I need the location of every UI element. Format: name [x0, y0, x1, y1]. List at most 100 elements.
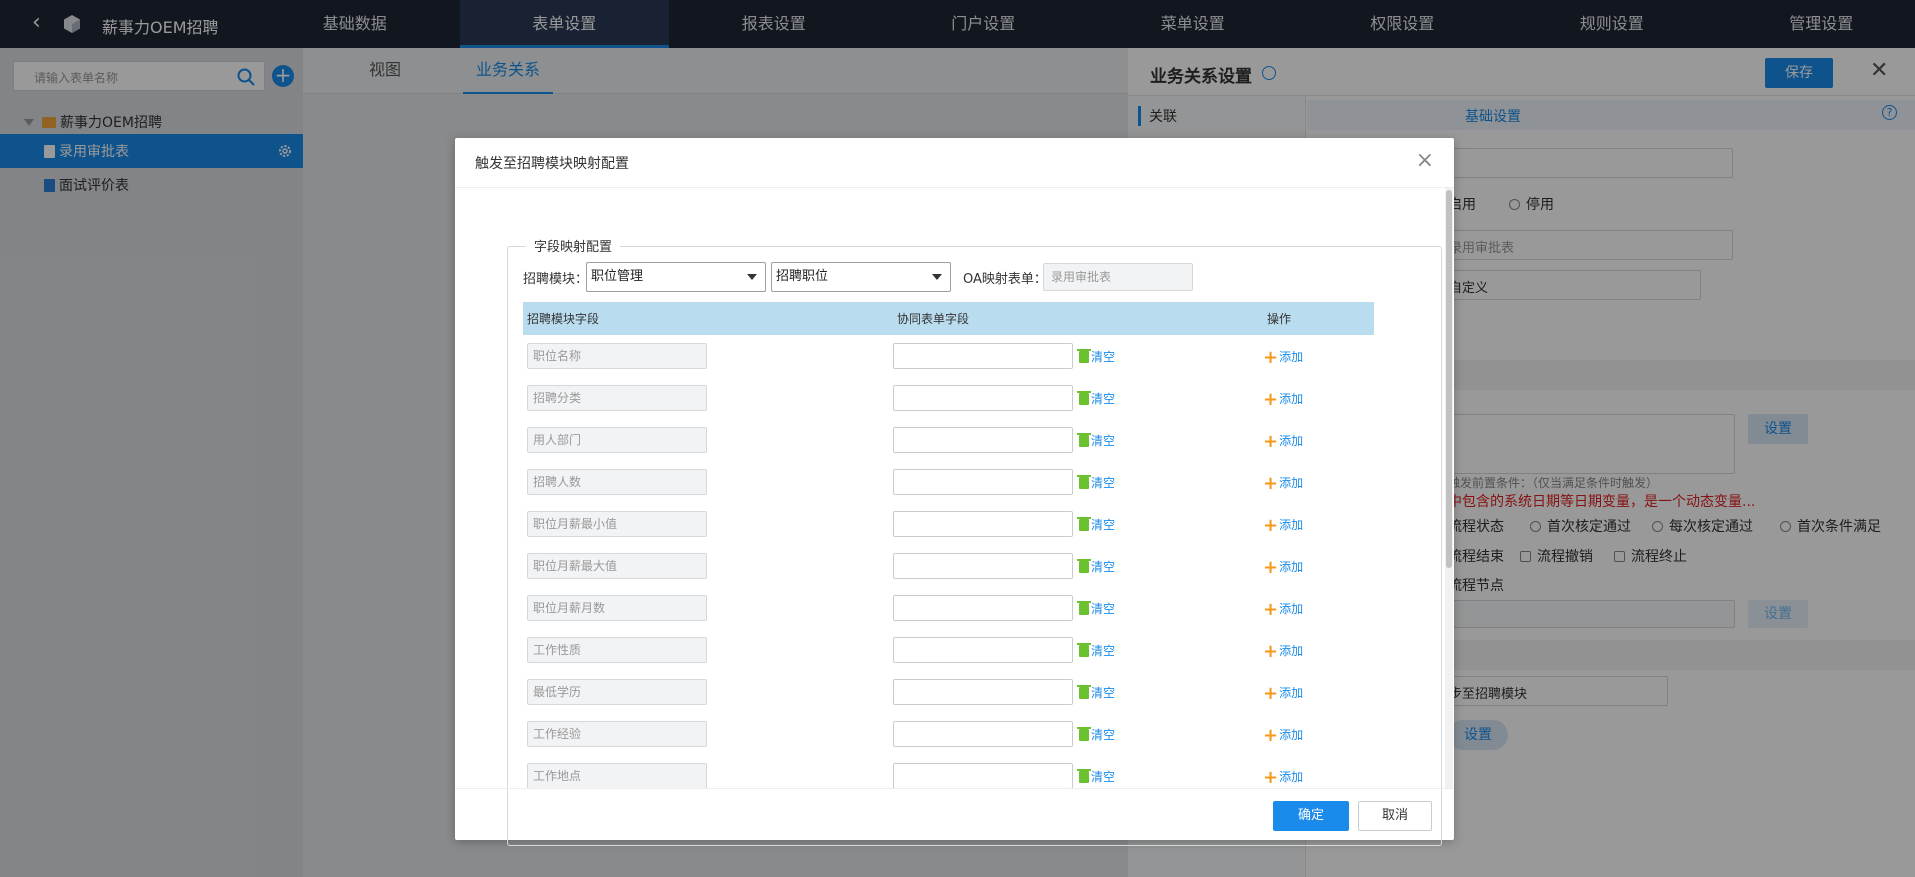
recruit-field-cell: 职位月薪月数	[523, 587, 893, 629]
recruit-module-value: 职位管理	[591, 269, 644, 284]
add-link[interactable]: +添加	[1263, 430, 1303, 452]
recruit-field-input: 工作地点	[527, 763, 707, 789]
add-link[interactable]: +添加	[1263, 556, 1304, 578]
clear-label: 清空	[1091, 685, 1116, 700]
add-link[interactable]: +添加	[1263, 348, 1303, 366]
recruit-field-cell: 职位月薪最大值	[523, 545, 893, 587]
trash-icon	[1077, 684, 1091, 699]
clear-label: 清空	[1091, 601, 1116, 616]
clear-link[interactable]: 清空	[1077, 390, 1116, 407]
clear-link[interactable]: 清空	[1077, 474, 1116, 491]
recruit-field-cell: 职位月薪最小值	[523, 503, 893, 545]
form-field-input[interactable]	[893, 637, 1073, 663]
trash-icon	[1077, 642, 1091, 657]
recruit-module-select[interactable]: 职位管理	[586, 262, 766, 292]
table-row: 职位月薪最大值 清空 +添加	[523, 545, 1374, 587]
col-recruit-field: 招聘模块字段	[523, 302, 893, 335]
trash-icon	[1077, 390, 1091, 405]
form-field-cell: 清空	[893, 419, 1263, 461]
modal-close-icon[interactable]: ×	[1416, 148, 1434, 173]
oa-form-input: 录用审批表	[1043, 263, 1193, 291]
clear-link[interactable]: 清空	[1077, 642, 1115, 659]
form-field-input[interactable]	[893, 553, 1073, 579]
recruit-field-input: 工作性质	[527, 637, 707, 663]
recruit-field-cell: 招聘人数	[523, 461, 893, 503]
recruit-field-input: 工作经验	[527, 721, 707, 747]
add-link[interactable]: +添加	[1263, 514, 1303, 536]
clear-label: 清空	[1091, 433, 1116, 448]
col-actions: 操作	[1263, 302, 1374, 335]
recruit-field-cell: 用人部门	[523, 419, 893, 461]
recruit-field-cell: 招聘分类	[523, 377, 893, 419]
clear-label: 清空	[1091, 769, 1116, 784]
add-link[interactable]: +添加	[1263, 598, 1303, 620]
action-cell: +添加	[1263, 713, 1374, 755]
confirm-button[interactable]: 确定	[1273, 801, 1349, 831]
add-label: 添加	[1279, 391, 1304, 406]
form-field-cell: 清空	[893, 713, 1263, 755]
add-link[interactable]: +添加	[1263, 726, 1303, 744]
form-field-input[interactable]	[893, 343, 1073, 369]
action-cell: +添加	[1263, 503, 1374, 545]
modal-title: 触发至招聘模块映射配置	[475, 156, 629, 172]
form-field-input[interactable]	[893, 679, 1073, 705]
plus-icon: +	[1263, 514, 1279, 536]
clear-label: 清空	[1091, 475, 1116, 490]
plus-icon: +	[1263, 472, 1279, 494]
recruit-field-input: 招聘分类	[527, 385, 707, 411]
clear-link[interactable]: 清空	[1077, 558, 1116, 575]
clear-link[interactable]: 清空	[1077, 684, 1116, 701]
modal-scroll-thumb[interactable]	[1446, 190, 1452, 568]
clear-label: 清空	[1091, 391, 1116, 406]
clear-label: 清空	[1091, 559, 1116, 574]
clear-link[interactable]: 清空	[1077, 516, 1116, 533]
form-field-cell: 清空	[893, 671, 1263, 713]
form-field-cell: 清空	[893, 377, 1263, 419]
clear-label: 清空	[1091, 517, 1116, 532]
add-link[interactable]: +添加	[1263, 640, 1303, 662]
table-row: 职位月薪最小值 清空 +添加	[523, 503, 1374, 545]
clear-link[interactable]: 清空	[1077, 768, 1116, 785]
clear-link[interactable]: 清空	[1077, 432, 1116, 449]
form-field-input[interactable]	[893, 595, 1073, 621]
add-link[interactable]: +添加	[1263, 388, 1304, 410]
add-link[interactable]: +添加	[1263, 768, 1303, 786]
action-cell: +添加	[1263, 629, 1374, 671]
oa-form-label: OA映射表单：	[963, 272, 1047, 287]
recruit-sub-select[interactable]: 招聘职位	[771, 262, 951, 292]
recruit-field-cell: 职位名称	[523, 335, 893, 377]
recruit-field-input: 职位名称	[527, 343, 707, 369]
oa-form-placeholder: 录用审批表	[1051, 270, 1112, 284]
table-row: 用人部门 清空 +添加	[523, 419, 1374, 461]
clear-link[interactable]: 清空	[1077, 726, 1115, 743]
form-field-cell: 清空	[893, 461, 1263, 503]
form-field-input[interactable]	[893, 511, 1073, 537]
cancel-button[interactable]: 取消	[1358, 801, 1432, 831]
table-header-row: 招聘模块字段 协同表单字段 操作	[523, 302, 1374, 335]
form-field-cell: 清空	[893, 335, 1263, 377]
add-link[interactable]: +添加	[1263, 684, 1303, 702]
clear-link[interactable]: 清空	[1077, 600, 1116, 617]
add-label: 添加	[1279, 559, 1304, 574]
recruit-field-cell: 最低学历	[523, 671, 893, 713]
add-link[interactable]: +添加	[1263, 472, 1303, 494]
form-field-input[interactable]	[893, 763, 1073, 789]
fieldset-legend: 字段映射配置	[526, 236, 621, 255]
table-row: 职位月薪月数 清空 +添加	[523, 587, 1374, 629]
trash-icon	[1077, 432, 1091, 447]
plus-icon: +	[1263, 388, 1279, 410]
plus-icon: +	[1263, 640, 1279, 662]
action-cell: +添加	[1263, 587, 1374, 629]
form-field-input[interactable]	[893, 721, 1073, 747]
form-field-input[interactable]	[893, 385, 1073, 411]
trash-icon	[1077, 516, 1091, 531]
form-field-input[interactable]	[893, 469, 1073, 495]
plus-icon: +	[1263, 556, 1279, 578]
form-field-input[interactable]	[893, 427, 1073, 453]
plus-icon: +	[1263, 430, 1279, 452]
clear-link[interactable]: 清空	[1077, 348, 1115, 365]
plus-icon: +	[1263, 598, 1279, 620]
table-row: 最低学历 清空 +添加	[523, 671, 1374, 713]
trash-icon	[1077, 348, 1091, 363]
recruit-field-input: 职位月薪月数	[527, 595, 707, 621]
